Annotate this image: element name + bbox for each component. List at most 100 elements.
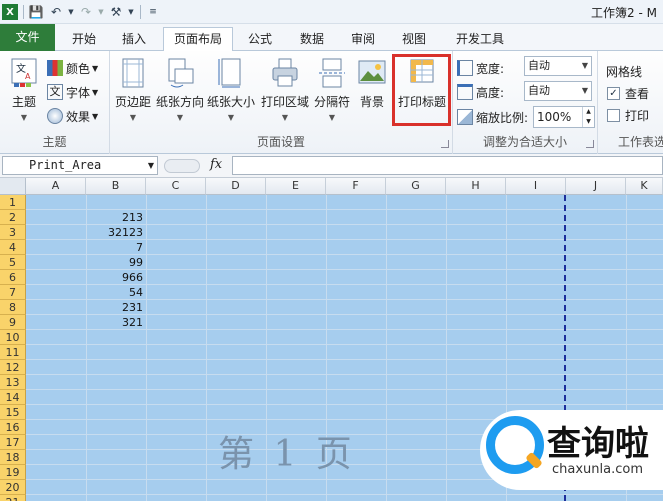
brand-logo: 查询啦 chaxunla.com <box>480 410 663 490</box>
height-label: 高度: <box>476 85 505 100</box>
column-header-g[interactable]: G <box>386 178 446 195</box>
column-header-j[interactable]: J <box>566 178 626 195</box>
fonts-button[interactable]: 文 字体 ▼ <box>47 81 98 103</box>
row-header[interactable]: 6 <box>0 270 26 285</box>
background-button[interactable]: 背景 <box>355 57 389 110</box>
row-header[interactable]: 18 <box>0 450 26 465</box>
gridline <box>26 359 663 360</box>
tab-view[interactable]: 视图 <box>392 28 436 51</box>
row-header[interactable]: 1 <box>0 195 26 210</box>
gridline <box>26 344 663 345</box>
tools-icon[interactable]: ⚒ <box>107 3 125 21</box>
page-setup-dialog-launcher-icon[interactable] <box>441 140 449 148</box>
undo-icon[interactable]: ↶ <box>47 3 65 21</box>
save-icon[interactable]: 💾 <box>27 3 45 21</box>
dropdown-arrow-icon[interactable]: ▼ <box>67 3 75 21</box>
print-area-button[interactable]: 打印区域 ▼ <box>260 57 310 122</box>
column-header-h[interactable]: H <box>446 178 506 195</box>
select-all-corner[interactable] <box>0 178 26 195</box>
tab-formulas[interactable]: 公式 <box>238 28 282 51</box>
scale-dialog-launcher-icon[interactable] <box>586 140 594 148</box>
tab-data[interactable]: 数据 <box>290 28 334 51</box>
cell-b4[interactable]: 7 <box>86 240 143 255</box>
height-select[interactable]: 自动 ▼ <box>524 81 592 101</box>
orientation-button[interactable]: 纸张方向 ▼ <box>156 57 204 122</box>
customize-qat-icon[interactable]: ≡ <box>144 3 162 21</box>
column-header-c[interactable]: C <box>146 178 206 195</box>
column-header-d[interactable]: D <box>206 178 266 195</box>
cell-b7[interactable]: 54 <box>86 285 143 300</box>
cell-b5[interactable]: 99 <box>86 255 143 270</box>
cell-b2[interactable]: 213 <box>86 210 143 225</box>
row-header[interactable]: 8 <box>0 300 26 315</box>
gridlines-view-checkbox[interactable]: ✓ 查看 <box>607 85 649 102</box>
colors-button[interactable]: 颜色 ▼ <box>47 57 98 79</box>
sheet-options-group: 网格线 ✓ 查看 打印 工作表选 <box>598 51 663 154</box>
cell-b8[interactable]: 231 <box>86 300 143 315</box>
column-header-f[interactable]: F <box>326 178 386 195</box>
tab-file[interactable]: 文件 <box>0 24 55 51</box>
height-icon <box>457 84 473 100</box>
dropdown-arrow-icon: ▼ <box>147 161 154 170</box>
row-header[interactable]: 2 <box>0 210 26 225</box>
window-title: 工作簿2 - M <box>591 6 657 20</box>
quick-access-toolbar: X 💾 ↶ ▼ ↷ ▼ ⚒ ▼ ≡ <box>2 2 164 22</box>
row-header[interactable]: 20 <box>0 480 26 495</box>
row-header[interactable]: 7 <box>0 285 26 300</box>
formula-bar-grip[interactable] <box>164 159 200 173</box>
tab-review[interactable]: 审阅 <box>341 28 385 51</box>
column-header-k[interactable]: K <box>626 178 663 195</box>
column-header-a[interactable]: A <box>26 178 86 195</box>
cell-b3[interactable]: 32123 <box>86 225 143 240</box>
size-button[interactable]: 纸张大小 ▼ <box>207 57 255 122</box>
breaks-label: 分隔符 <box>313 95 350 109</box>
row-header[interactable]: 9 <box>0 315 26 330</box>
dropdown-arrow-icon[interactable]: ▼ <box>97 3 105 21</box>
effects-icon <box>47 108 63 124</box>
orientation-label: 纸张方向 <box>156 95 205 109</box>
redo-icon[interactable]: ↷ <box>77 3 95 21</box>
excel-logo-icon[interactable]: X <box>2 4 18 20</box>
row-header[interactable]: 4 <box>0 240 26 255</box>
tab-developer[interactable]: 开发工具 <box>446 28 514 51</box>
breaks-button[interactable]: 分隔符 ▼ <box>312 57 352 122</box>
scale-spinner[interactable]: 100% ▲ ▼ <box>533 106 595 128</box>
cell-b6[interactable]: 966 <box>86 270 143 285</box>
height-control: 高度: <box>457 81 504 103</box>
svg-text:A: A <box>25 72 31 81</box>
spinner-arrows-icon[interactable]: ▲ ▼ <box>582 107 594 127</box>
dropdown-arrow-icon: ▼ <box>92 63 99 73</box>
row-header[interactable]: 15 <box>0 405 26 420</box>
colors-icon <box>47 60 63 76</box>
row-header[interactable]: 5 <box>0 255 26 270</box>
row-header[interactable]: 21 <box>0 495 26 501</box>
row-header[interactable]: 13 <box>0 375 26 390</box>
row-header[interactable]: 19 <box>0 465 26 480</box>
row-header[interactable]: 12 <box>0 360 26 375</box>
row-header[interactable]: 14 <box>0 390 26 405</box>
breaks-icon <box>317 57 347 89</box>
width-select[interactable]: 自动 ▼ <box>524 56 592 76</box>
cell-b9[interactable]: 321 <box>86 315 143 330</box>
insert-function-icon[interactable]: fx <box>210 157 222 172</box>
theme-group-label: 主题 <box>42 135 67 149</box>
row-header[interactable]: 3 <box>0 225 26 240</box>
column-header-b[interactable]: B <box>86 178 146 195</box>
name-box[interactable]: Print_Area ▼ <box>2 156 158 175</box>
formula-input[interactable] <box>232 156 663 175</box>
row-header[interactable]: 17 <box>0 435 26 450</box>
row-header[interactable]: 16 <box>0 420 26 435</box>
gridlines-print-checkbox[interactable]: 打印 <box>607 107 649 124</box>
paper-size-icon <box>216 57 246 89</box>
dropdown-arrow-icon[interactable]: ▼ <box>127 3 135 21</box>
margins-button[interactable]: 页边距 ▼ <box>112 57 154 122</box>
themes-button[interactable]: 文 A 主题 ▼ <box>4 57 44 122</box>
tab-home[interactable]: 开始 <box>62 28 106 51</box>
column-header-e[interactable]: E <box>266 178 326 195</box>
row-header[interactable]: 11 <box>0 345 26 360</box>
row-header[interactable]: 10 <box>0 330 26 345</box>
tab-page-layout[interactable]: 页面布局 <box>163 27 233 52</box>
tab-insert[interactable]: 插入 <box>112 28 156 51</box>
column-header-i[interactable]: I <box>506 178 566 195</box>
effects-button[interactable]: 效果 ▼ <box>47 105 98 127</box>
